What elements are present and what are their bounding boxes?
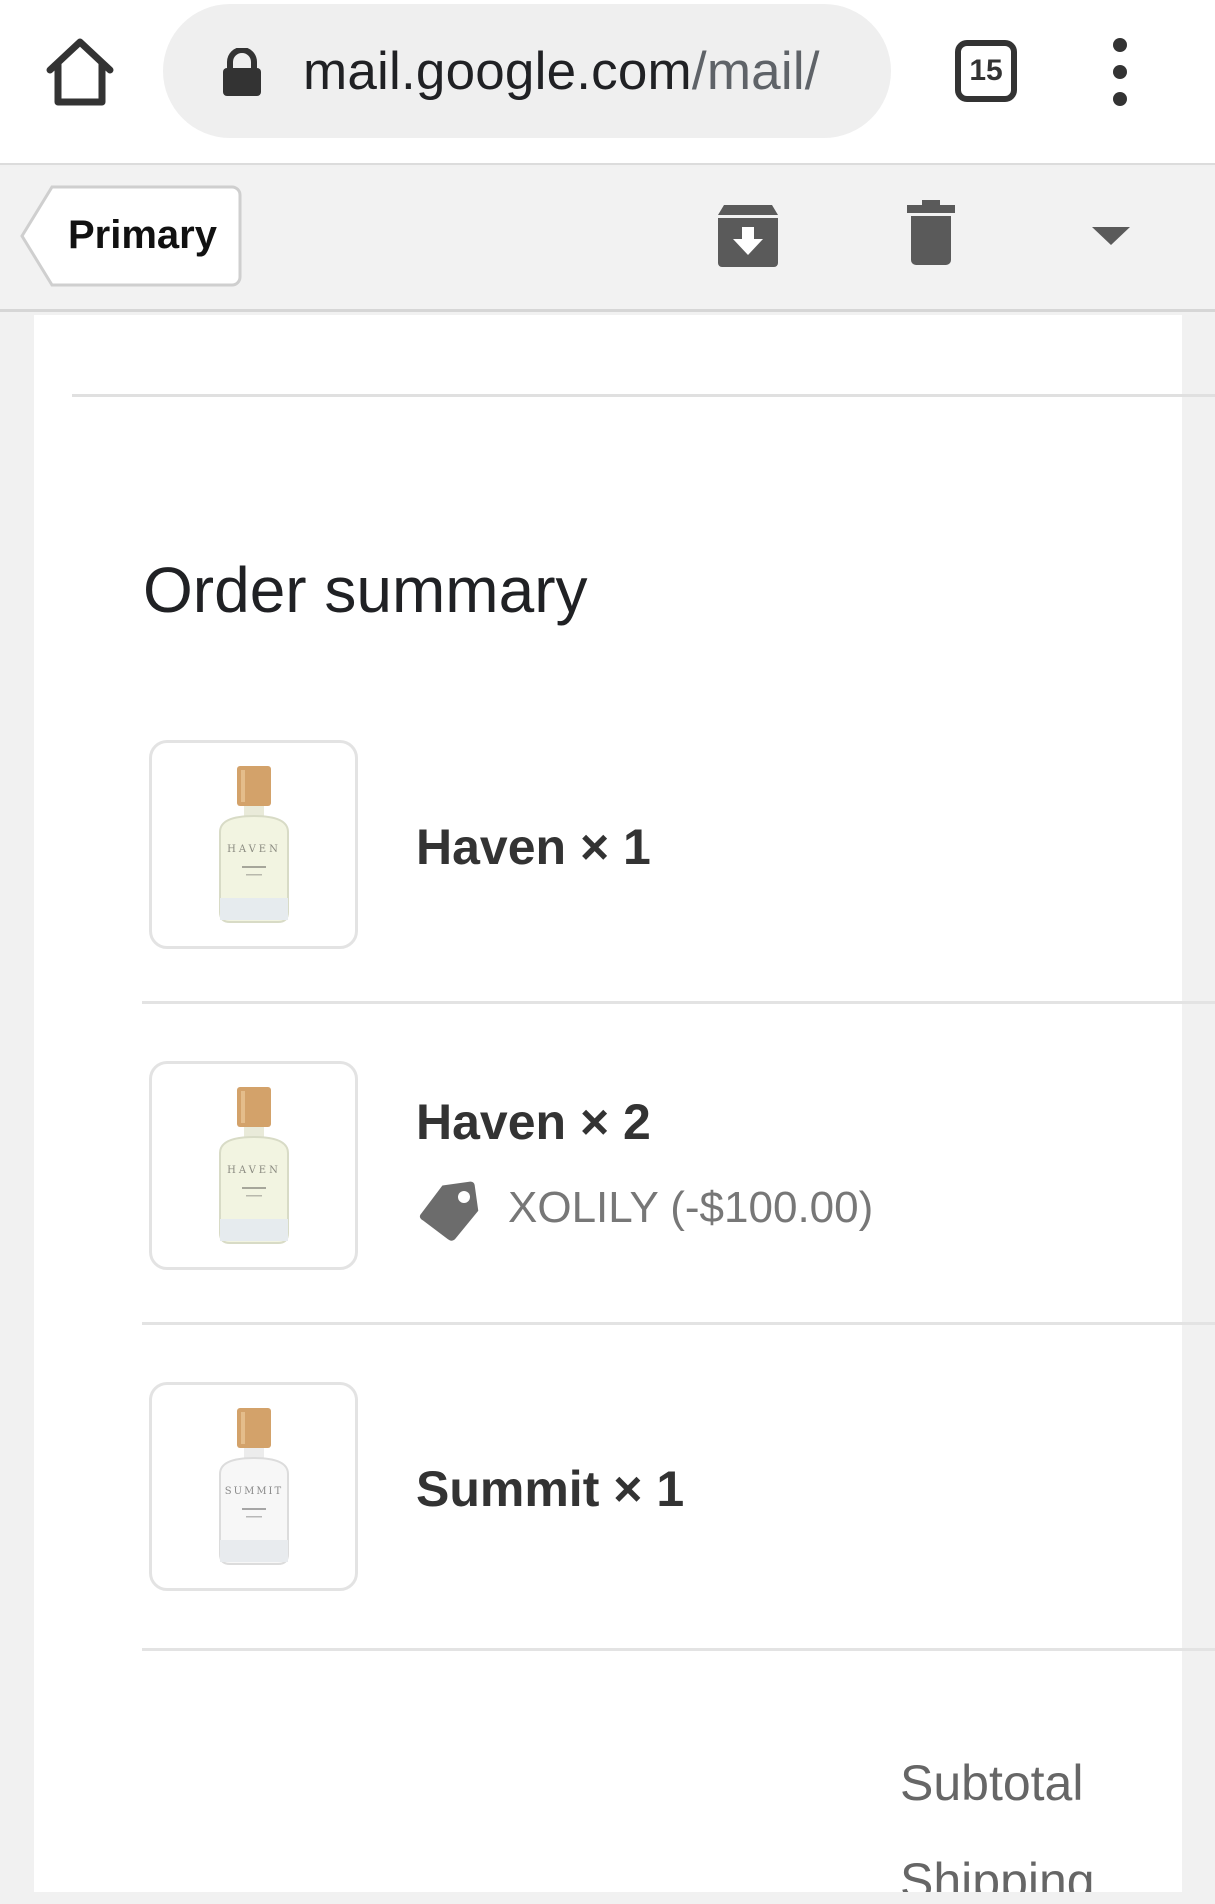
tag-icon [416,1181,480,1241]
address-bar[interactable]: mail.google.com/mail/ [163,4,891,138]
divider [142,1001,1215,1004]
product-image: HAVEN [149,740,358,949]
home-icon[interactable] [40,32,120,112]
item-name: Haven × 2 [416,1094,651,1150]
gmail-toolbar: Primary [0,167,1215,312]
bottle-label: SUMMIT [224,1486,282,1497]
tab-count: 15 [969,54,1003,87]
chevron-down-icon[interactable] [1090,223,1132,247]
totals-section: Subtotal Shipping [34,1500,1182,1892]
divider [142,1322,1215,1325]
bottom-edge [0,1892,1215,1904]
divider [72,394,1215,397]
discount-code: XOLILY (-$100.00) [508,1183,874,1232]
url-text: mail.google.com/mail/ [303,42,820,102]
subtotal-label: Subtotal [900,1755,1084,1811]
tab-switcher-button[interactable]: 15 [955,40,1017,102]
back-to-primary-button[interactable]: Primary [20,185,242,287]
product-image: HAVEN [149,1061,358,1270]
order-item: HAVEN Haven × 1 [140,740,1215,950]
archive-icon[interactable] [716,203,780,269]
more-vert-icon[interactable] [1100,38,1140,106]
order-summary-title: Order summary [143,554,588,626]
browser-toolbar: mail.google.com/mail/ 15 [0,0,1215,165]
bottle-label: HAVEN [227,844,281,855]
lock-icon [220,47,264,98]
delete-icon[interactable] [905,200,957,266]
item-name: Haven × 1 [416,819,651,875]
shipping-label: Shipping [900,1853,1095,1892]
url-host: mail.google.com [303,42,692,101]
back-label: Primary [68,213,217,257]
bottle-label: HAVEN [227,1165,281,1176]
order-item: HAVEN Haven × 2 XOLILY (-$100.00) [140,1061,1215,1271]
url-path: /mail/ [691,42,820,101]
